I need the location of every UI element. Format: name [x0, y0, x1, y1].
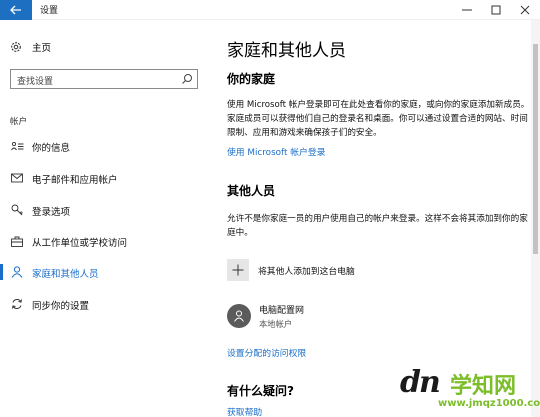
- search-placeholder: 查找设置: [17, 77, 54, 87]
- add-user-button[interactable]: [227, 259, 249, 281]
- title-bar: 设置: [0, 0, 540, 20]
- section-label: 帐户: [10, 117, 28, 127]
- maximize-icon: [491, 5, 501, 15]
- main-content: 家庭和其他人员 你的家庭 使用 Microsoft 帐户登录即可在此处查看你的家…: [212, 20, 540, 417]
- sidebar-item-label: 你的信息: [32, 143, 71, 154]
- question-heading: 有什么疑问?: [227, 384, 294, 398]
- sidebar-item-family-others[interactable]: 家庭和其他人员: [0, 262, 212, 282]
- watermark-text: 学知网: [450, 374, 517, 399]
- watermark: dn 学知网 www.jmqz1000.com: [400, 360, 540, 417]
- others-description: 允许不是你家庭一员的用户使用自己的帐户来登录。这样不会将其添加到你的家庭中。: [227, 214, 528, 238]
- microsoft-signin-link[interactable]: 使用 Microsoft 帐户登录: [227, 145, 325, 158]
- back-button[interactable]: [0, 0, 32, 20]
- scrollbar-thumb[interactable]: [533, 44, 538, 254]
- home-link[interactable]: 主页: [10, 40, 51, 54]
- sidebar-item-label: 家庭和其他人员: [32, 269, 99, 280]
- arrow-left-icon: [10, 5, 21, 15]
- user-card-icon: [10, 139, 24, 153]
- active-indicator: [0, 264, 3, 280]
- watermark-url: www.jmqz1000.com: [438, 398, 540, 409]
- window-title: 设置: [40, 6, 59, 16]
- sidebar-item-label: 登录选项: [32, 207, 71, 218]
- search-icon: [182, 74, 192, 84]
- sidebar-item-sign-in-options[interactable]: 登录选项: [0, 200, 212, 220]
- sidebar-item-email-accounts[interactable]: 电子邮件和应用帐户: [0, 168, 212, 188]
- sync-icon: [10, 297, 24, 311]
- close-icon: [520, 5, 530, 15]
- sidebar-item-label: 同步你的设置: [32, 301, 90, 312]
- user-account-type: 本地帐户: [259, 319, 293, 329]
- others-heading: 其他人员: [227, 184, 276, 198]
- person-icon: [234, 310, 244, 322]
- avatar[interactable]: [227, 304, 251, 328]
- family-heading: 你的家庭: [227, 72, 276, 86]
- search-input[interactable]: 查找设置: [10, 69, 198, 89]
- plus-icon: [232, 264, 244, 276]
- sidebar-item-your-info[interactable]: 你的信息: [0, 136, 212, 156]
- family-description: 使用 Microsoft 帐户登录即可在此处查看你的家庭，或向你的家庭添加新成员…: [227, 100, 530, 138]
- sidebar-item-sync-settings[interactable]: 同步你的设置: [0, 294, 212, 314]
- briefcase-icon: [10, 234, 24, 248]
- user-name[interactable]: 电脑配置网: [259, 303, 304, 316]
- get-help-link[interactable]: 获取帮助: [227, 405, 262, 417]
- maximize-button[interactable]: [481, 0, 511, 20]
- key-icon: [10, 203, 24, 217]
- add-user-label[interactable]: 将其他人添加到这台电脑: [258, 264, 355, 277]
- gear-icon: [11, 42, 21, 52]
- sidebar-item-label: 从工作单位或学校访问: [32, 238, 128, 249]
- sidebar-item-work-school[interactable]: 从工作单位或学校访问: [0, 231, 212, 251]
- sidebar: 主页 查找设置 帐户 你的信息 电子邮件和应用帐户 登录选项 从工作单位或学校访…: [0, 20, 212, 417]
- person-icon: [10, 265, 24, 279]
- page-title: 家庭和其他人员: [227, 41, 346, 61]
- minimize-button[interactable]: [452, 0, 482, 20]
- assigned-access-link[interactable]: 设置分配的访问权限: [227, 346, 306, 359]
- close-button[interactable]: [510, 0, 540, 20]
- minimize-icon: [462, 9, 472, 11]
- mail-icon: [10, 171, 24, 185]
- home-label: 主页: [32, 43, 52, 54]
- scrollbar[interactable]: [531, 20, 540, 417]
- watermark-logo: dn: [400, 365, 441, 400]
- sidebar-item-label: 电子邮件和应用帐户: [32, 175, 118, 186]
